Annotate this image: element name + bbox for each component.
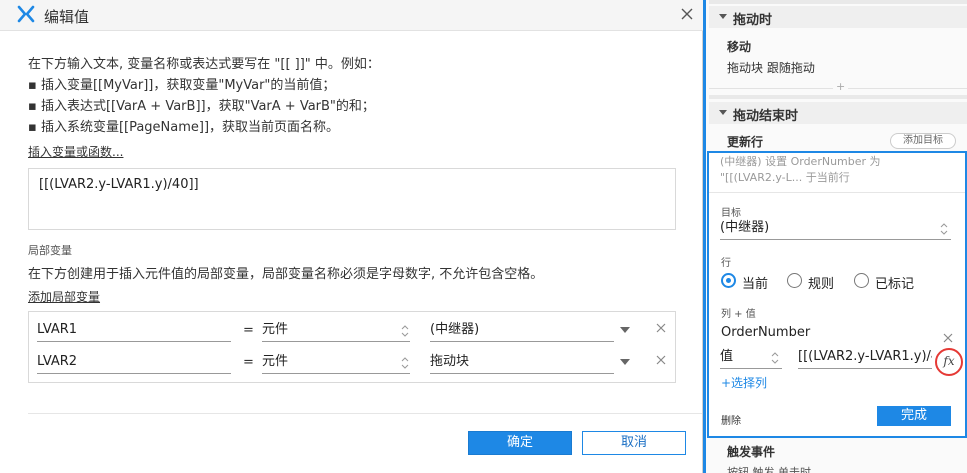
spinner-icon — [401, 325, 409, 337]
local-variables-table: LVAR1 = 元件 (中继器) LVAR2 = 元件 拖动块 — [28, 311, 676, 383]
add-column-link[interactable]: +选择列 — [721, 374, 767, 391]
footer-divider — [28, 413, 702, 414]
spinner-icon — [401, 357, 409, 369]
var-type-value: 元件 — [262, 322, 289, 337]
var-name-input[interactable]: LVAR1 — [37, 320, 231, 342]
var-type-value: 元件 — [262, 354, 289, 369]
insert-variable-link[interactable]: 插入变量或函数... — [28, 143, 123, 160]
dialog-title: 编辑值 — [44, 8, 90, 26]
target-label: 目标 — [721, 208, 741, 219]
edit-value-dialog: 编辑值 在下方输入文本, 变量名称或表达式要写在 "[[ ]]" 中。例如： ▪… — [0, 0, 703, 473]
event-title: 拖动时 — [733, 13, 773, 28]
var-name-input[interactable]: LVAR2 — [37, 352, 231, 374]
dropdown-arrow-icon[interactable] — [620, 327, 630, 333]
cancel-button[interactable]: 取消 — [582, 431, 686, 455]
add-target-button[interactable]: 添加目标 — [890, 133, 956, 149]
action-editor-box — [707, 151, 967, 438]
panel-section-strip — [709, 95, 967, 99]
spinner-icon — [940, 223, 948, 235]
target-select-value: (中继器) — [720, 220, 770, 235]
local-vars-label: 局部变量 — [28, 244, 72, 257]
target-select[interactable]: (中继器) — [720, 218, 951, 240]
delete-row-icon[interactable] — [655, 322, 667, 334]
row-label: 行 — [721, 258, 731, 269]
var-type-select[interactable]: 元件 — [262, 320, 410, 342]
event-header-drag[interactable]: 拖动时 — [709, 6, 967, 28]
panel-top-strip — [709, 0, 967, 4]
column-name: OrderNumber — [721, 325, 811, 340]
ok-button[interactable]: 确定 — [468, 431, 572, 455]
radio-current[interactable] — [721, 273, 736, 288]
delete-action-link[interactable]: 删除 — [721, 412, 741, 427]
plus-icon[interactable]: + — [833, 80, 849, 93]
radio-rule[interactable] — [787, 273, 802, 288]
var-target-select[interactable]: (中继器) — [430, 320, 614, 342]
add-case-separator[interactable]: + — [709, 80, 967, 94]
expression-textarea[interactable]: [[(LVAR2.y-LVAR1.y)/40]] — [28, 168, 676, 230]
event-header-drag-end[interactable]: 拖动结束时 — [709, 102, 967, 124]
equals-sign: = — [243, 323, 254, 338]
radio-marked[interactable] — [854, 273, 869, 288]
axure-logo-icon — [17, 5, 35, 23]
dialog-header: 编辑值 — [0, 0, 703, 31]
collapse-triangle-icon[interactable] — [719, 110, 727, 115]
local-var-row: LVAR1 = 元件 (中继器) — [29, 314, 677, 348]
var-type-select[interactable]: 元件 — [262, 352, 410, 374]
instruction-line: ▪ 插入表达式[[VarA + VarB]]，获取"VarA + VarB"的和… — [28, 99, 375, 114]
action-summary-trigger[interactable]: 按钮 触发 单击时 — [727, 464, 811, 473]
close-icon[interactable] — [678, 5, 696, 23]
instructions: 在下方输入文本, 变量名称或表达式要写在 "[[ ]]" 中。例如： ▪ 插入变… — [28, 54, 380, 138]
collapse-triangle-icon[interactable] — [719, 14, 727, 19]
radio-label-current[interactable]: 当前 — [742, 273, 768, 292]
action-summary-move[interactable]: 拖动块 跟随拖动 — [727, 59, 815, 76]
delete-row-icon[interactable] — [655, 354, 667, 366]
spinner-icon — [771, 352, 779, 364]
local-var-row: LVAR2 = 元件 拖动块 — [29, 346, 677, 380]
instruction-line: 在下方输入文本, 变量名称或表达式要写在 "[[ ]]" 中。例如： — [28, 57, 380, 72]
equals-sign: = — [243, 355, 254, 370]
radio-label-rule[interactable]: 规则 — [808, 273, 834, 292]
dropdown-arrow-icon[interactable] — [620, 359, 630, 365]
action-title-update-row[interactable]: 更新行 — [727, 133, 763, 150]
add-local-variable-link[interactable]: 添加局部变量 — [28, 288, 100, 305]
var-target-select[interactable]: 拖动块 — [430, 352, 614, 374]
value-type-select[interactable]: 值 — [720, 347, 782, 369]
value-type-text: 值 — [720, 349, 734, 364]
value-expression-input[interactable]: [[(LVAR2.y-LVAR1.y)/40]] — [798, 347, 932, 369]
done-button[interactable]: 完成 — [877, 406, 951, 426]
summary-line: "[[(LVAR2.y-L... 于当前行 — [720, 171, 850, 184]
radio-label-marked[interactable]: 已标记 — [875, 273, 914, 292]
instruction-line: ▪ 插入变量[[MyVar]]，获取变量"MyVar"的当前值； — [28, 78, 336, 93]
action-title-move[interactable]: 移动 — [727, 38, 751, 55]
remove-column-icon[interactable] — [943, 333, 953, 343]
summary-line: (中继器) 设置 OrderNumber 为 — [720, 155, 881, 168]
instruction-line: ▪ 插入系统变量[[PageName]]，获取当前页面名称。 — [28, 120, 340, 135]
local-vars-description: 在下方创建用于插入元件值的局部变量，局部变量名称必须是字母数字, 不允许包含空格… — [28, 267, 544, 282]
event-title: 拖动结束时 — [733, 109, 799, 124]
summary-divider — [709, 192, 965, 193]
action-title-trigger[interactable]: 触发事件 — [727, 443, 775, 460]
column-value-label: 列 + 值 — [721, 309, 756, 320]
fx-function-icon[interactable]: fx — [935, 348, 963, 376]
action-summary: (中继器) 设置 OrderNumber 为 "[[(LVAR2.y-L... … — [720, 154, 920, 186]
